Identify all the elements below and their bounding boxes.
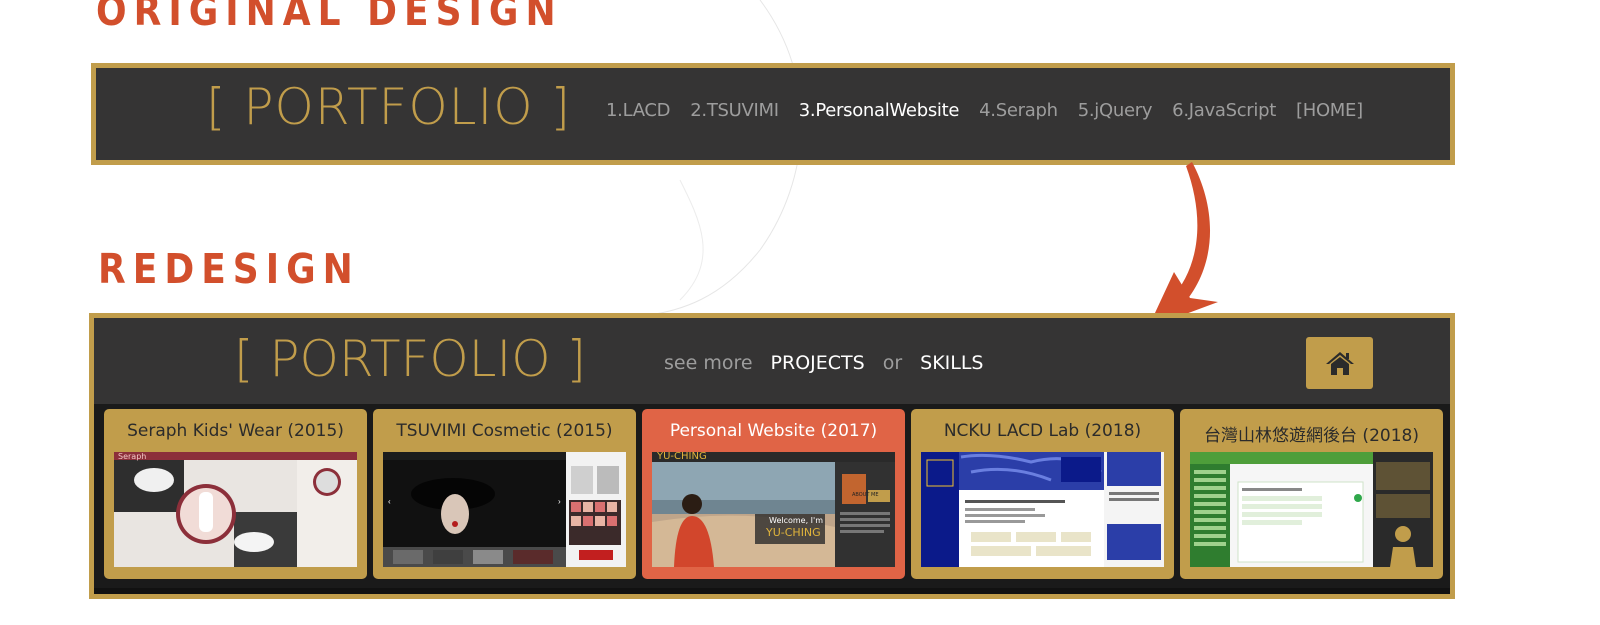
thumbnail-seraph: Seraph <box>114 452 357 567</box>
heading-redesign: REDESIGN <box>98 246 360 294</box>
skills-link[interactable]: SKILLS <box>920 352 983 374</box>
svg-text:›: › <box>558 497 561 506</box>
redesign-logo[interactable]: [ PORTFOLIO ] <box>234 330 586 388</box>
card-title: Personal Website (2017) <box>669 421 878 441</box>
original-logo[interactable]: [ PORTFOLIO ] <box>206 78 571 136</box>
thumbnail-tsuvimi: ‹ › <box>383 452 626 567</box>
card-title: NCKU LACD Lab (2018) <box>943 421 1142 441</box>
thumb-brand-large: YU-CHING <box>766 526 821 539</box>
see-more-label: see more <box>664 352 753 374</box>
thumb-about: ABOUT ME <box>852 492 879 498</box>
projects-link[interactable]: PROJECTS <box>771 352 865 374</box>
card-title: 台灣山林悠遊網後台 (2018) <box>1204 426 1419 446</box>
home-icon <box>1325 352 1354 375</box>
original-navbar: [ PORTFOLIO ] 1.LACD 2.TSUVIMI 3.Persona… <box>91 63 1455 165</box>
card-taiwan-forest[interactable]: 台灣山林悠遊網後台 (2018) <box>1180 409 1443 579</box>
redesign-panel: [ PORTFOLIO ] see more PROJECTS or SKILL… <box>89 313 1455 599</box>
card-seraph[interactable]: Seraph Kids' Wear (2015) Seraph <box>104 409 367 579</box>
thumbnail-ncku <box>921 452 1164 567</box>
thumb-brand: YU-CHING <box>657 452 707 462</box>
or-label: or <box>882 352 903 374</box>
card-personal-website[interactable]: Personal Website (2017) YU-CHING Welcome… <box>642 409 905 579</box>
nav-item-lacd[interactable]: 1.LACD <box>606 100 671 121</box>
original-nav: 1.LACD 2.TSUVIMI 3.PersonalWebsite 4.Ser… <box>606 100 1363 121</box>
nav-item-tsuvimi[interactable]: 2.TSUVIMI <box>690 100 779 121</box>
card-title: Seraph Kids' Wear (2015) <box>127 421 344 441</box>
redesign-navbar: [ PORTFOLIO ] see more PROJECTS or SKILL… <box>94 318 1450 404</box>
card-ncku-lacd[interactable]: NCKU LACD Lab (2018) <box>911 409 1174 579</box>
heading-original-design: ORIGINAL DESIGN <box>96 0 563 36</box>
nav-item-javascript[interactable]: 6.JavaScript <box>1172 100 1276 121</box>
thumb-welcome: Welcome, I'm <box>769 516 824 525</box>
nav-item-home[interactable]: [HOME] <box>1296 100 1363 121</box>
card-title: TSUVIMI Cosmetic (2015) <box>396 421 613 441</box>
card-tsuvimi[interactable]: TSUVIMI Cosmetic (2015) ‹ › <box>373 409 636 579</box>
thumbnail-personal-website: YU-CHING Welcome, I'm YU-CHING ABOUT ME <box>652 452 895 567</box>
nav-item-personal-website[interactable]: 3.PersonalWebsite <box>799 100 960 121</box>
bottom-strip <box>94 588 1450 594</box>
home-button[interactable] <box>1306 337 1373 389</box>
nav-item-jquery[interactable]: 5.jQuery <box>1078 100 1153 121</box>
svg-text:‹: ‹ <box>388 497 391 506</box>
thumbnail-taiwan-forest <box>1190 452 1433 567</box>
nav-item-seraph[interactable]: 4.Seraph <box>979 100 1058 121</box>
project-cards: Seraph Kids' Wear (2015) Seraph TSUVIMI … <box>104 409 1443 579</box>
thumb-label-seraph: Seraph <box>118 452 147 461</box>
redesign-nav: see more PROJECTS or SKILLS <box>664 352 984 374</box>
